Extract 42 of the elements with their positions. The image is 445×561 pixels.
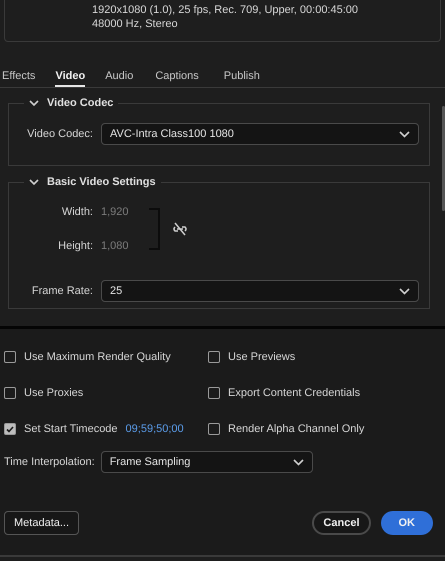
checkbox-label[interactable]: Set Start Timecode bbox=[24, 423, 118, 435]
caret-icon bbox=[399, 130, 410, 138]
field-label: Video Codec: bbox=[26, 128, 94, 140]
tab[interactable]: Audio bbox=[105, 67, 134, 87]
checkbox[interactable] bbox=[208, 423, 220, 435]
tab[interactable]: Effects bbox=[2, 67, 36, 87]
source-info-text: 1920x1080 (1.0), 25 fps, Rec. 709, Upper, 00:00:45:00 bbox=[92, 5, 360, 16]
checkbox[interactable] bbox=[208, 351, 220, 363]
timecode-value[interactable]: 09;59;50;00 bbox=[126, 423, 184, 435]
scrollbar-thumb[interactable] bbox=[442, 106, 445, 211]
checkbox-label[interactable]: Export Content Credentials bbox=[228, 387, 360, 399]
metadata-button[interactable]: Metadata... bbox=[4, 511, 80, 535]
field-label: Width: bbox=[60, 206, 94, 218]
tab[interactable]: Publish bbox=[224, 67, 260, 87]
ok-button[interactable]: OK bbox=[380, 511, 433, 535]
frame-rate-dropdown[interactable]: 25 bbox=[101, 280, 419, 302]
source-info-text: 48000 Hz, Stereo bbox=[92, 19, 179, 30]
width-value: 1,920 bbox=[101, 206, 129, 218]
caret-icon bbox=[399, 288, 410, 294]
field-label: Height: bbox=[57, 240, 94, 252]
caret-icon bbox=[292, 458, 304, 466]
codec-dropdown[interactable]: AVC-Intra Class100 1080 bbox=[101, 123, 419, 145]
checkbox-label[interactable]: Use Previews bbox=[228, 351, 296, 363]
section-title: Basic Video Settings bbox=[47, 176, 156, 188]
section-title: Video Codec bbox=[47, 97, 114, 109]
checkbox[interactable] bbox=[208, 387, 220, 399]
checkbox[interactable] bbox=[4, 387, 16, 399]
tab[interactable]: Video bbox=[55, 67, 86, 87]
checkbox-label[interactable]: Use Maximum Render Quality bbox=[24, 351, 171, 363]
chevron-icon[interactable] bbox=[29, 178, 39, 186]
field-label: Frame Rate: bbox=[30, 285, 94, 297]
checkbox-label[interactable]: Use Proxies bbox=[24, 387, 84, 399]
checkbox-label[interactable]: Render Alpha Channel Only bbox=[228, 423, 364, 435]
tab[interactable]: Captions bbox=[155, 67, 199, 87]
height-value: 1,080 bbox=[101, 240, 129, 252]
checkbox[interactable] bbox=[4, 351, 16, 363]
unlink-icon[interactable] bbox=[172, 222, 188, 236]
checkbox[interactable] bbox=[4, 423, 16, 435]
interpolation-dropdown[interactable]: Frame Sampling bbox=[100, 451, 313, 473]
field-label: Time Interpolation: bbox=[4, 456, 95, 468]
cancel-button[interactable]: Cancel bbox=[312, 511, 370, 535]
chevron-icon[interactable] bbox=[29, 100, 39, 106]
